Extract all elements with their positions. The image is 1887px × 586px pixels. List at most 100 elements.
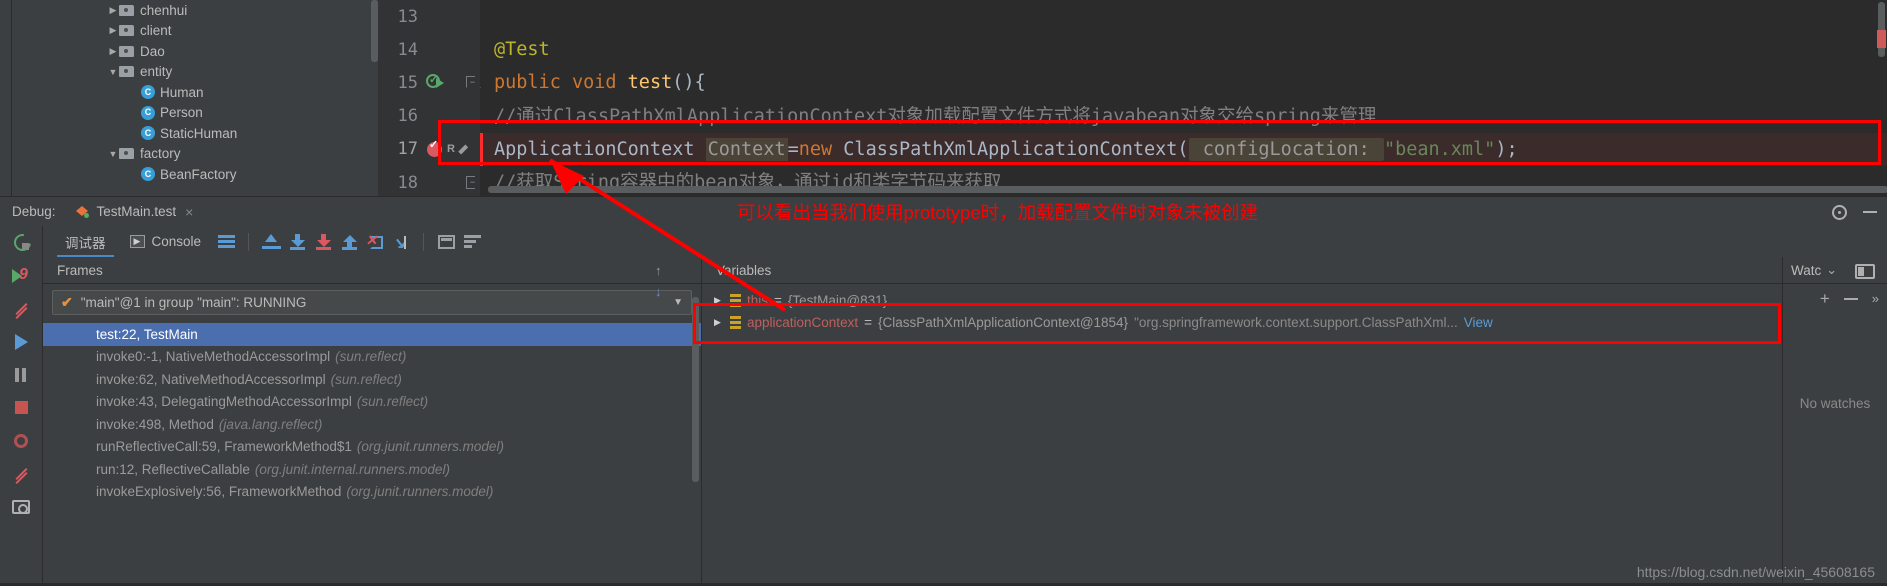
code-token: ClassPathXmlApplicationContext( xyxy=(843,138,1189,160)
gear-icon[interactable] xyxy=(1832,204,1847,220)
code-token: ); xyxy=(1495,138,1518,160)
run-test-icon[interactable]: ✓ xyxy=(426,73,445,92)
stop-button[interactable] xyxy=(0,391,42,424)
frame-package: (sun.reflect) xyxy=(330,371,402,387)
code-text-area[interactable]: @Test public void test(){ //通过ClassPathX… xyxy=(480,0,1887,196)
code-token: void xyxy=(571,72,628,94)
mute-breakpoints-button[interactable] xyxy=(0,457,42,490)
thread-running-icon: ✔ xyxy=(61,294,73,310)
chevron-down-icon[interactable]: ▼ xyxy=(673,297,683,308)
more-watches-icon[interactable]: » xyxy=(1872,291,1879,306)
annotation-note-text: 可以看出当我们使用prototype时，加载配置文件时对象未被创建 xyxy=(737,202,1259,223)
line-number: 16 xyxy=(397,106,418,127)
frame-row[interactable]: invoke:43, DelegatingMethodAccessorImpl(… xyxy=(43,391,701,414)
line-number: 13 xyxy=(397,6,418,27)
chevron-right-icon[interactable]: ▶ xyxy=(714,295,724,306)
tree-item-person[interactable]: C Person xyxy=(12,103,378,124)
tree-item-chenhui[interactable]: ▶ chenhui xyxy=(12,0,378,21)
chevron-down-icon[interactable]: ▼ xyxy=(107,67,119,77)
variables-list[interactable]: ▶ this = {TestMain@831} ▶ applicationContex… xyxy=(702,284,1782,333)
project-tree-scrollbar[interactable] xyxy=(371,0,378,62)
add-watch-icon[interactable]: + xyxy=(1820,290,1830,307)
frame-row[interactable]: test:22, TestMain xyxy=(43,323,701,346)
pause-button[interactable] xyxy=(0,358,42,391)
frame-row[interactable]: invoke:62, NativeMethodAccessorImpl (sun.… xyxy=(43,368,701,391)
mute-icon xyxy=(13,466,29,482)
stop-icon xyxy=(14,401,28,414)
debugger-tabs-toolbar: 调试器 ▶ Console ✕ ↘ xyxy=(43,226,1887,257)
step-into-button[interactable] xyxy=(284,229,310,255)
breakpoint-icon[interactable]: ✓ xyxy=(426,139,446,159)
code-editor[interactable]: 13 14 15 ✓ − 16 17 ✓ R 18 − @Test public… xyxy=(378,0,1887,196)
chevron-right-icon[interactable]: ▶ xyxy=(107,46,119,57)
tree-item-human[interactable]: C Human xyxy=(12,82,378,103)
chevron-down-icon[interactable]: ▼ xyxy=(107,149,119,159)
tree-item-statichuman[interactable]: C StaticHuman xyxy=(12,123,378,144)
editor-horizontal-scrollbar[interactable] xyxy=(488,186,1887,193)
drop-frame-button[interactable]: ✕ xyxy=(362,229,388,255)
variable-name: applicationContext xyxy=(747,314,859,330)
remove-watch-icon[interactable] xyxy=(1843,297,1858,300)
restore-layout-button[interactable] xyxy=(0,292,42,325)
variable-row[interactable]: ▶ this = {TestMain@831} xyxy=(702,289,1782,311)
code-line-16: //通过ClassPathXmlApplicationContext对象加载配置… xyxy=(480,100,1887,133)
folder-icon xyxy=(119,4,135,17)
tree-item-beanfactory[interactable]: C BeanFactory xyxy=(12,164,378,185)
variable-row[interactable]: ▶ applicationContext = {ClassPathXmlAppli… xyxy=(702,311,1782,333)
tree-item-label: Human xyxy=(160,84,204,100)
frame-row[interactable]: invoke0:-1, NativeMethodAccessorImpl (sun… xyxy=(43,346,701,369)
evaluate-expression-button[interactable] xyxy=(433,229,459,255)
chevron-down-icon[interactable]: ⌄ xyxy=(1826,262,1837,278)
resume-program-button[interactable]: 9 xyxy=(0,259,42,292)
tree-item-label: StaticHuman xyxy=(160,125,238,141)
tab-debugger[interactable]: 调试器 xyxy=(53,226,118,257)
editor-error-stripe[interactable] xyxy=(1877,30,1886,48)
thread-label: "main"@1 in group "main": RUNNING xyxy=(80,295,307,310)
settings-filter-button[interactable] xyxy=(459,229,485,255)
tree-item-factory[interactable]: ▼ factory xyxy=(12,144,378,165)
resume-icon: 9 xyxy=(12,266,30,285)
tree-item-client[interactable]: ▶ client xyxy=(12,21,378,42)
chevron-right-icon[interactable]: ▶ xyxy=(714,317,724,328)
tree-item-entity[interactable]: ▼ entity xyxy=(12,62,378,83)
minimize-icon[interactable] xyxy=(1863,211,1877,213)
debug-session-tab[interactable]: TestMain.test × xyxy=(66,204,193,220)
frame-row[interactable]: runReflectiveCall:59, FrameworkMethod$1(… xyxy=(43,436,701,459)
rerun-button[interactable] xyxy=(0,226,42,259)
force-step-into-button[interactable] xyxy=(310,229,336,255)
tab-console[interactable]: ▶ Console xyxy=(118,226,214,257)
chevron-right-icon[interactable]: ▶ xyxy=(107,25,119,36)
screenshot-button[interactable] xyxy=(0,490,42,523)
frame-label: run:12, ReflectiveCallable xyxy=(96,461,250,477)
variables-pane: Variables ▶ this = {TestMain@831} ▶ applica… xyxy=(702,257,1782,586)
variable-value: {TestMain@831} xyxy=(787,292,888,308)
toolbar-separator xyxy=(248,232,250,251)
frames-list[interactable]: test:22, TestMain invoke0:-1, NativeMetho… xyxy=(43,323,701,503)
step-over-button[interactable] xyxy=(258,229,284,255)
tree-item-dao[interactable]: ▶ Dao xyxy=(12,41,378,62)
debug-panes: Frames ✔ "main"@1 in group "main": RUNNI… xyxy=(43,257,1887,586)
edit-pencil-icon[interactable] xyxy=(453,140,471,158)
code-token: (){ xyxy=(672,72,706,94)
frame-package: (org.junit.runners.model) xyxy=(346,484,494,500)
frame-down-icon[interactable]: ↓ xyxy=(655,284,662,299)
step-out-button[interactable] xyxy=(336,229,362,255)
frame-row[interactable]: invoke:498, Method (java.lang.reflect) xyxy=(43,413,701,436)
tree-item-label: Dao xyxy=(140,43,165,59)
gutter-row: 18 − xyxy=(378,166,480,196)
frames-title: Frames xyxy=(43,257,701,284)
frames-scrollbar[interactable] xyxy=(692,297,699,482)
resume-button[interactable] xyxy=(0,325,42,358)
frame-up-icon[interactable]: ↑ xyxy=(655,263,662,278)
chevron-right-icon[interactable]: ▶ xyxy=(107,5,119,16)
project-tree-panel[interactable]: ▶ chenhui ▶ client ▶ Dao ▼ entity C Human C Person C… xyxy=(12,0,378,196)
view-value-link[interactable]: View xyxy=(1464,315,1493,330)
frame-row[interactable]: run:12, ReflectiveCallable (org.junit.int… xyxy=(43,458,701,481)
view-breakpoints-button[interactable] xyxy=(0,424,42,457)
editor-gutter[interactable]: 13 14 15 ✓ − 16 17 ✓ R 18 − xyxy=(378,0,480,196)
close-icon[interactable]: × xyxy=(185,204,193,220)
layout-settings-button[interactable] xyxy=(213,229,239,255)
run-to-cursor-button[interactable]: ↘ xyxy=(388,229,414,255)
thread-selector[interactable]: ✔ "main"@1 in group "main": RUNNING ▼ xyxy=(52,290,692,315)
frame-row[interactable]: invokeExplosively:56, FrameworkMethod (or… xyxy=(43,481,701,504)
